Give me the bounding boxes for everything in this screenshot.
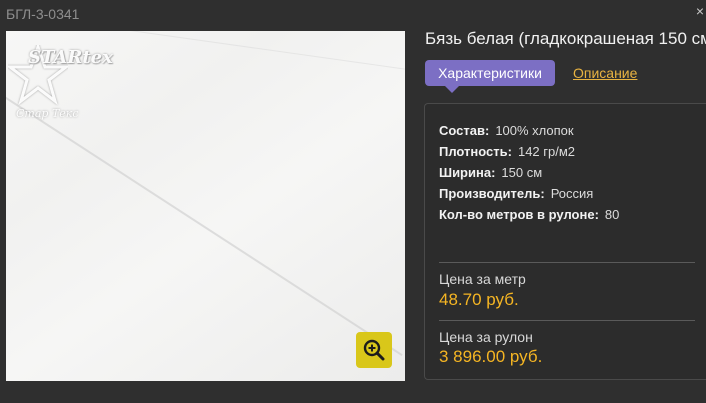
divider [439, 320, 695, 321]
product-image: STARtex Стар Текс [6, 31, 405, 381]
tab-characteristics[interactable]: Характеристики [425, 60, 555, 93]
product-title: Бязь белая (гладкокрашеная 150 см) [425, 29, 706, 48]
spec-value: 150 см [501, 165, 543, 180]
spec-row-width: Ширина: 150 см [439, 162, 619, 183]
spec-value: 100% хлопок [495, 123, 574, 138]
divider [439, 262, 695, 263]
watermark-logo: STARtex Стар Текс [8, 37, 113, 127]
spec-value: Россия [550, 186, 594, 201]
spec-label: Плотность: [439, 144, 512, 159]
zoom-button[interactable] [356, 332, 392, 368]
spec-label: Кол-во метров в рулоне: [439, 207, 599, 222]
price-per-meter-value: 48.70 руб. [439, 290, 519, 309]
product-sku: БГЛ-3-0341 [6, 6, 80, 22]
spec-row-meters-per-roll: Кол-во метров в рулоне: 80 [439, 204, 619, 225]
spec-row-density: Плотность: 142 гр/м2 [439, 141, 619, 162]
close-icon[interactable]: × [696, 4, 704, 18]
spec-value: 142 гр/м2 [517, 144, 576, 159]
spec-label: Состав: [439, 123, 490, 138]
spec-label: Ширина: [439, 165, 496, 180]
zoom-in-icon [363, 339, 385, 361]
tab-description[interactable]: Описание [573, 65, 637, 81]
spec-row-composition: Состав: 100% хлопок [439, 120, 619, 141]
spec-value: 80 [604, 207, 620, 222]
price-per-roll-value: 3 896.00 руб. [439, 347, 543, 366]
fabric-fold [65, 31, 405, 92]
logo-wordmark: STARtex [28, 47, 113, 68]
price-per-roll-label: Цена за рулон [439, 329, 533, 345]
spec-row-manufacturer: Производитель: Россия [439, 183, 619, 204]
spec-label: Производитель: [439, 186, 545, 201]
logo-subtitle: Стар Текс [16, 107, 79, 120]
characteristics-panel: Состав: 100% хлопок Плотность: 142 гр/м2 Ш… [424, 103, 706, 380]
price-per-meter-label: Цена за метр [439, 271, 526, 287]
spec-list: Состав: 100% хлопок Плотность: 142 гр/м2 Ш… [439, 120, 619, 225]
